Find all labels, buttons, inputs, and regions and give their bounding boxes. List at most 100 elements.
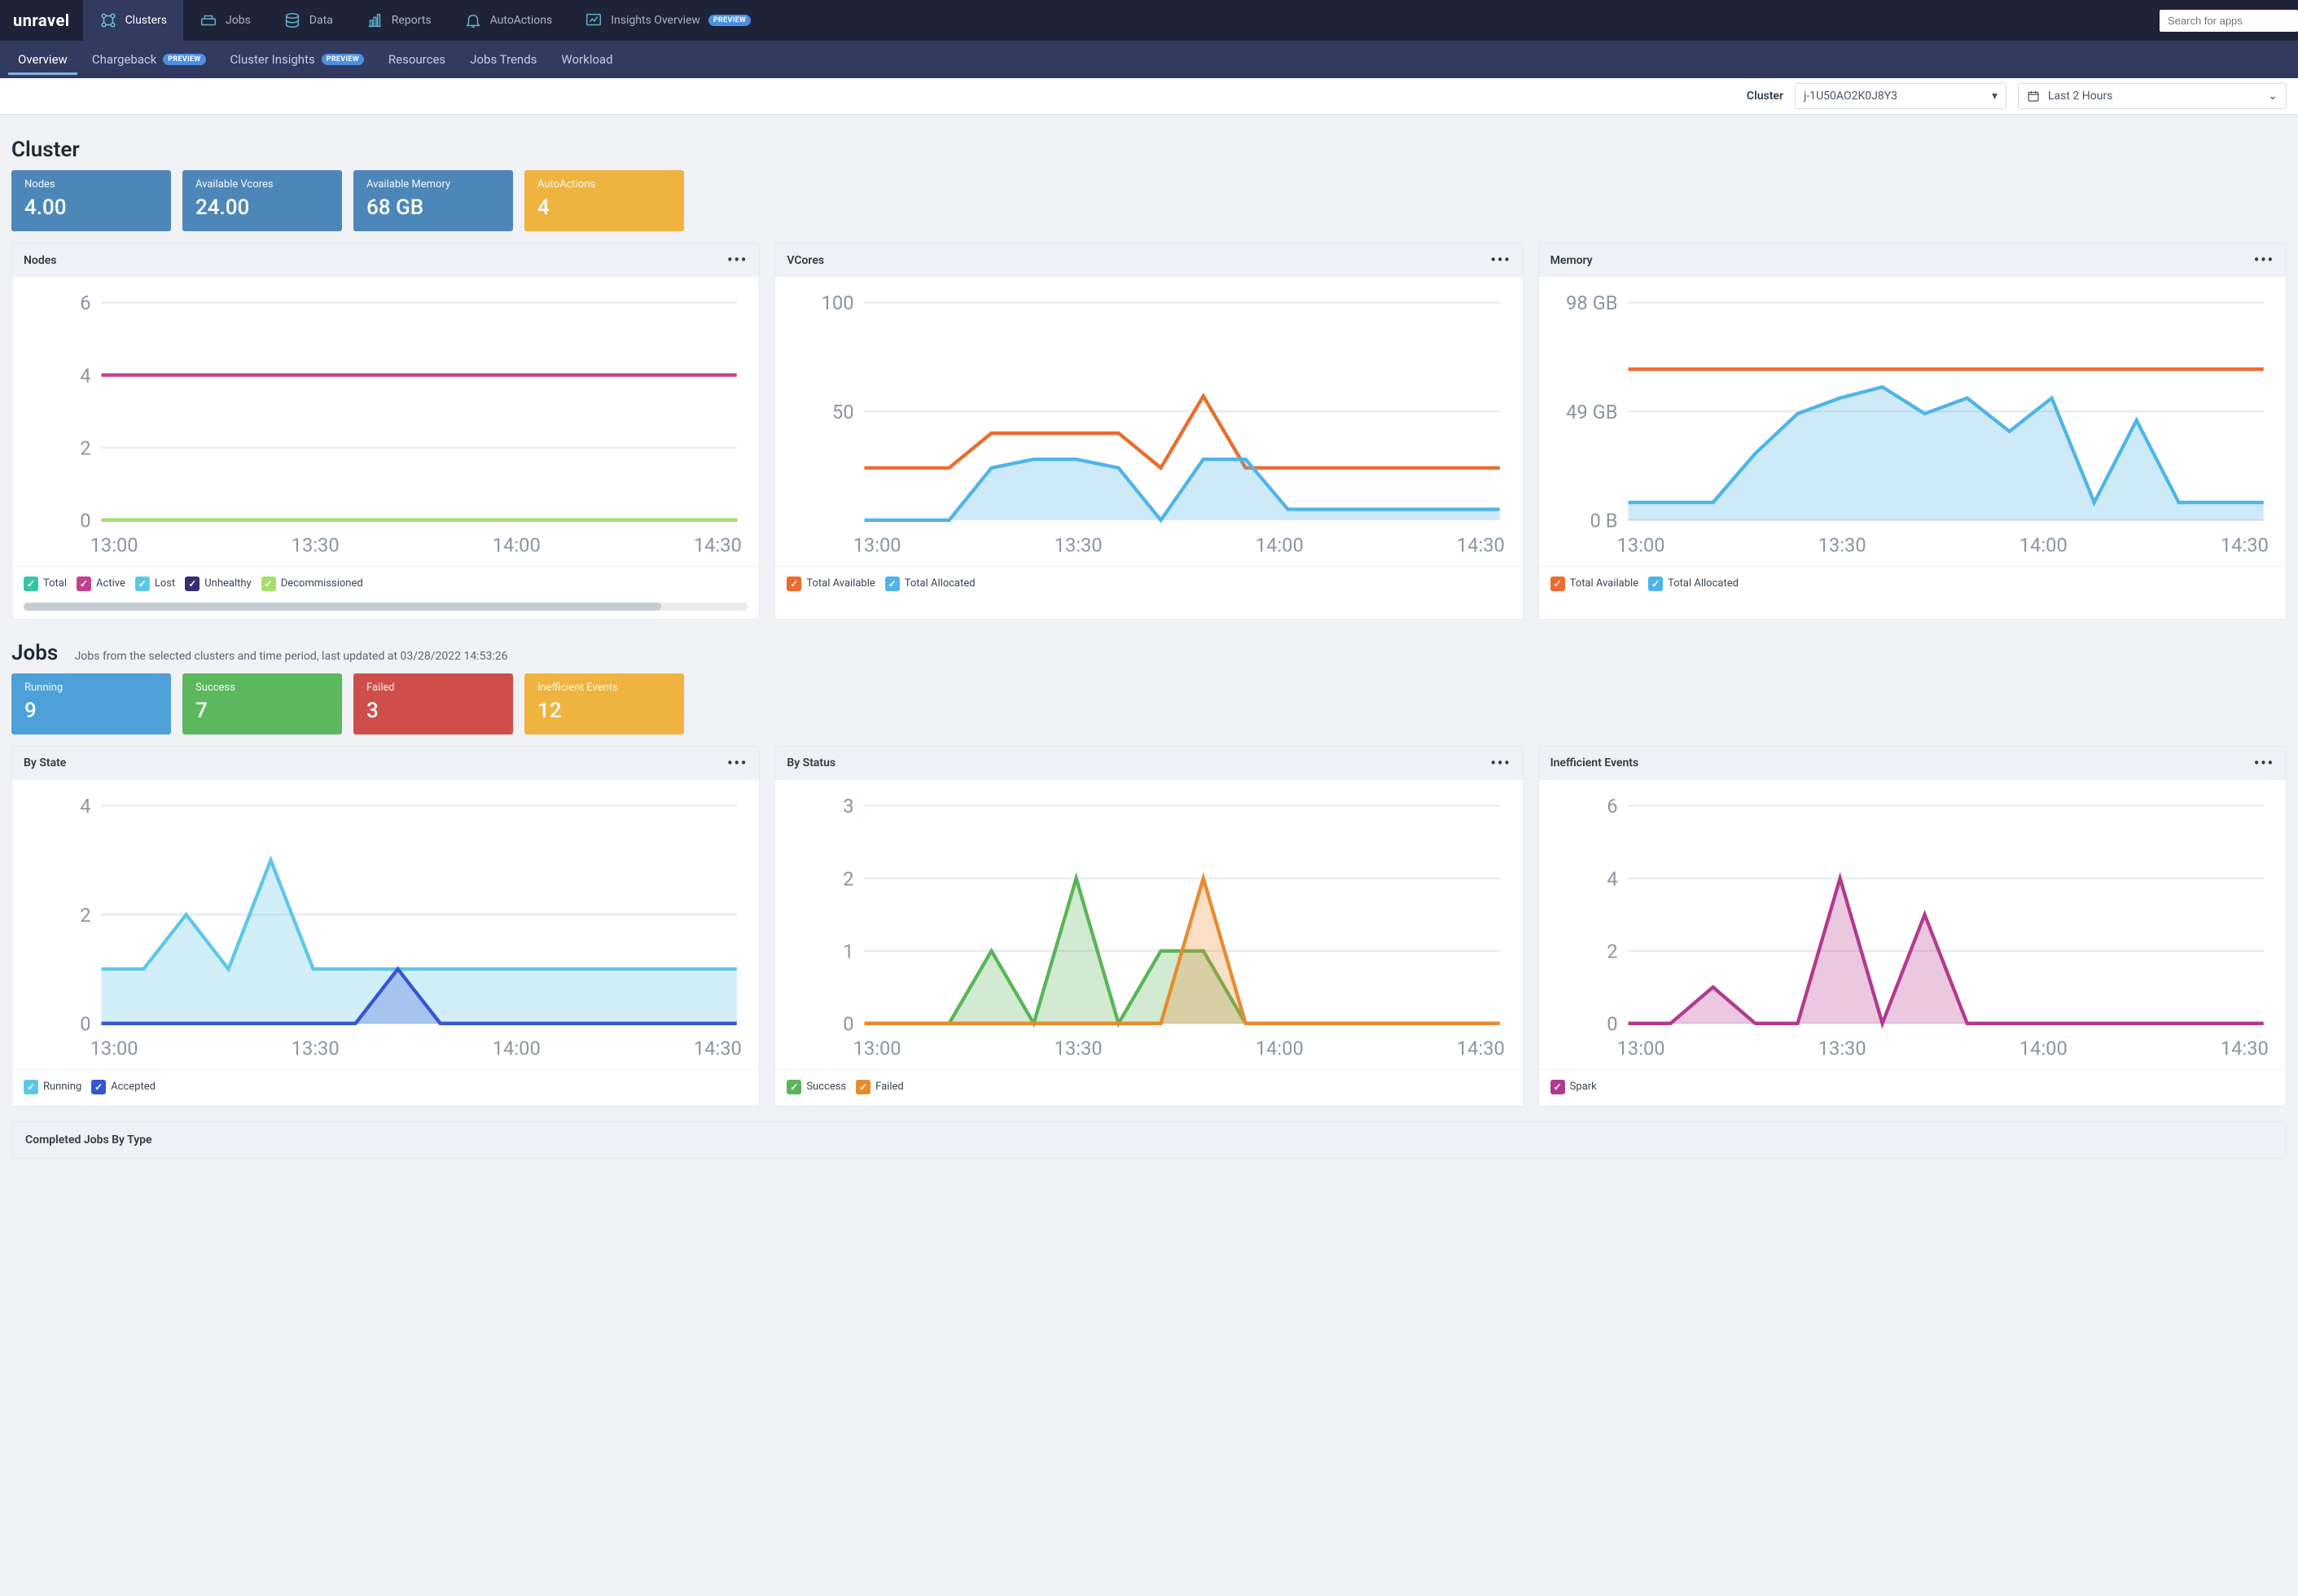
- cluster-metric-row: Nodes 4.00 Available Vcores 24.00 Availa…: [11, 170, 2287, 231]
- legend-scrollbar[interactable]: [24, 603, 748, 611]
- nav-autoactions[interactable]: AutoActions: [448, 0, 569, 41]
- svg-text:13:00: 13:00: [853, 534, 901, 557]
- svg-text:1: 1: [844, 940, 854, 962]
- cluster-label: Cluster: [1747, 90, 1783, 103]
- legend-label: Decommissioned: [281, 577, 363, 590]
- tab-resources[interactable]: Resources: [379, 44, 455, 75]
- legend-chip: [24, 1080, 38, 1094]
- svg-text:4: 4: [80, 795, 90, 818]
- nav-insights[interactable]: Insights Overview PREVIEW: [568, 0, 767, 41]
- legend-chip: [77, 577, 91, 591]
- legend-label: Success: [806, 1081, 846, 1093]
- chart-title: Memory: [1550, 254, 1593, 267]
- legend-item[interactable]: Success: [787, 1080, 846, 1094]
- metric-autoactions[interactable]: AutoActions 4: [524, 170, 684, 231]
- svg-text:2: 2: [844, 867, 854, 890]
- jobs-chart-row: By State ••• 02413:0013:3014:0014:30 Run…: [11, 746, 2287, 1107]
- metric-vcores[interactable]: Available Vcores 24.00: [182, 170, 342, 231]
- svg-text:0 B: 0 B: [1590, 509, 1617, 532]
- chart-menu-button[interactable]: •••: [1491, 755, 1511, 772]
- time-range-select[interactable]: Last 2 Hours ⌄: [2018, 83, 2287, 109]
- legend-item[interactable]: Decommissioned: [261, 577, 363, 591]
- legend-item[interactable]: Total: [24, 577, 67, 591]
- tab-jobs-trends[interactable]: Jobs Trends: [460, 44, 546, 75]
- svg-text:0: 0: [80, 1012, 90, 1035]
- legend-label: Total Allocated: [905, 577, 976, 590]
- chart-inefficient: Inefficient Events ••• 024613:0013:3014:…: [1538, 746, 2287, 1107]
- legend-item[interactable]: Total Available: [787, 577, 875, 591]
- tab-chargeback[interactable]: Chargeback PREVIEW: [82, 44, 216, 75]
- nodes-chart-svg: 024613:0013:3014:0014:30: [17, 285, 754, 566]
- jobs-subtitle: Jobs from the selected clusters and time…: [75, 650, 508, 663]
- tab-cluster-insights[interactable]: Cluster Insights PREVIEW: [221, 44, 374, 75]
- nav-jobs[interactable]: Jobs: [183, 0, 267, 41]
- cluster-heading: Cluster: [11, 138, 2287, 162]
- svg-text:4: 4: [1607, 867, 1617, 890]
- chart-menu-button[interactable]: •••: [2254, 755, 2274, 772]
- svg-text:14:00: 14:00: [2019, 534, 2067, 557]
- nav-label: AutoActions: [490, 14, 553, 27]
- legend-item[interactable]: Failed: [856, 1080, 904, 1094]
- metric-running[interactable]: Running 9: [11, 673, 171, 734]
- legend-item[interactable]: Active: [77, 577, 125, 591]
- nodes-legend: Total Active Lost Unhealthy Decommissioned: [12, 566, 759, 603]
- chart-memory: Memory ••• 0 B49 GB98 GB13:0013:3014:001…: [1538, 243, 2287, 620]
- chart-menu-button[interactable]: •••: [727, 252, 748, 269]
- nav-data[interactable]: Data: [267, 0, 349, 41]
- cluster-select[interactable]: j-1U50AO2K0J8Y3 ▾: [1795, 83, 2006, 109]
- chart-title: By State: [24, 756, 66, 770]
- tab-workload[interactable]: Workload: [551, 44, 622, 75]
- nav-label: Reports: [392, 14, 432, 27]
- legend-item[interactable]: Running: [24, 1080, 81, 1094]
- legend-item[interactable]: Total Allocated: [1648, 577, 1739, 591]
- time-value: Last 2 Hours: [2048, 90, 2112, 103]
- legend-label: Spark: [1570, 1081, 1597, 1093]
- nav-label: Clusters: [125, 14, 167, 27]
- completed-jobs-header[interactable]: Completed Jobs By Type: [11, 1121, 2287, 1159]
- memory-legend: Total Available Total Allocated: [1539, 566, 2286, 603]
- legend-item[interactable]: Lost: [135, 577, 175, 591]
- svg-text:13:00: 13:00: [1616, 1037, 1664, 1060]
- chart-menu-button[interactable]: •••: [1491, 252, 1511, 269]
- svg-text:13:00: 13:00: [90, 1037, 138, 1060]
- metric-nodes[interactable]: Nodes 4.00: [11, 170, 171, 231]
- svg-text:14:30: 14:30: [1457, 1037, 1505, 1060]
- legend-chip: [91, 1080, 106, 1094]
- legend-chip: [787, 577, 801, 591]
- legend-label: Total Allocated: [1668, 577, 1739, 590]
- filter-bar: Cluster j-1U50AO2K0J8Y3 ▾ Last 2 Hours ⌄: [0, 78, 2298, 115]
- nav-label: Data: [309, 14, 333, 27]
- nav-label: Insights Overview: [611, 14, 700, 27]
- search-input[interactable]: [2160, 10, 2298, 32]
- chart-menu-button[interactable]: •••: [2254, 252, 2274, 269]
- chart-title: VCores: [787, 254, 824, 267]
- by-status-legend: Success Failed: [775, 1069, 1522, 1106]
- metric-success[interactable]: Success 7: [182, 673, 342, 734]
- chart-nodes: Nodes ••• 024613:0013:3014:0014:30 Total…: [11, 243, 760, 620]
- chart-by-status: By Status ••• 012313:0013:3014:0014:30 S…: [774, 746, 1523, 1107]
- tab-overview[interactable]: Overview: [8, 44, 77, 75]
- metric-inefficient[interactable]: Inefficient Events 12: [524, 673, 684, 734]
- inefficient-chart-svg: 024613:0013:3014:0014:30: [1544, 788, 2281, 1069]
- legend-item[interactable]: Accepted: [91, 1080, 156, 1094]
- nav-clusters[interactable]: Clusters: [83, 0, 183, 41]
- legend-chip: [1550, 1080, 1565, 1094]
- legend-item[interactable]: Total Available: [1550, 577, 1638, 591]
- legend-item[interactable]: Unhealthy: [185, 577, 251, 591]
- nav-label: Jobs: [226, 14, 251, 27]
- legend-item[interactable]: Total Allocated: [885, 577, 976, 591]
- by-state-legend: Running Accepted: [12, 1069, 759, 1106]
- chart-menu-button[interactable]: •••: [727, 755, 748, 772]
- svg-text:2: 2: [80, 904, 90, 927]
- svg-text:4: 4: [80, 364, 90, 387]
- metric-failed[interactable]: Failed 3: [353, 673, 513, 734]
- legend-chip: [24, 577, 38, 591]
- svg-text:2: 2: [1607, 940, 1617, 962]
- inefficient-legend: Spark: [1539, 1069, 2286, 1106]
- svg-text:0: 0: [844, 1012, 854, 1035]
- legend-chip: [856, 1080, 871, 1094]
- legend-item[interactable]: Spark: [1550, 1080, 1597, 1094]
- nav-reports[interactable]: Reports: [349, 0, 448, 41]
- chevron-down-icon: ▾: [1992, 90, 1998, 103]
- metric-memory[interactable]: Available Memory 68 GB: [353, 170, 513, 231]
